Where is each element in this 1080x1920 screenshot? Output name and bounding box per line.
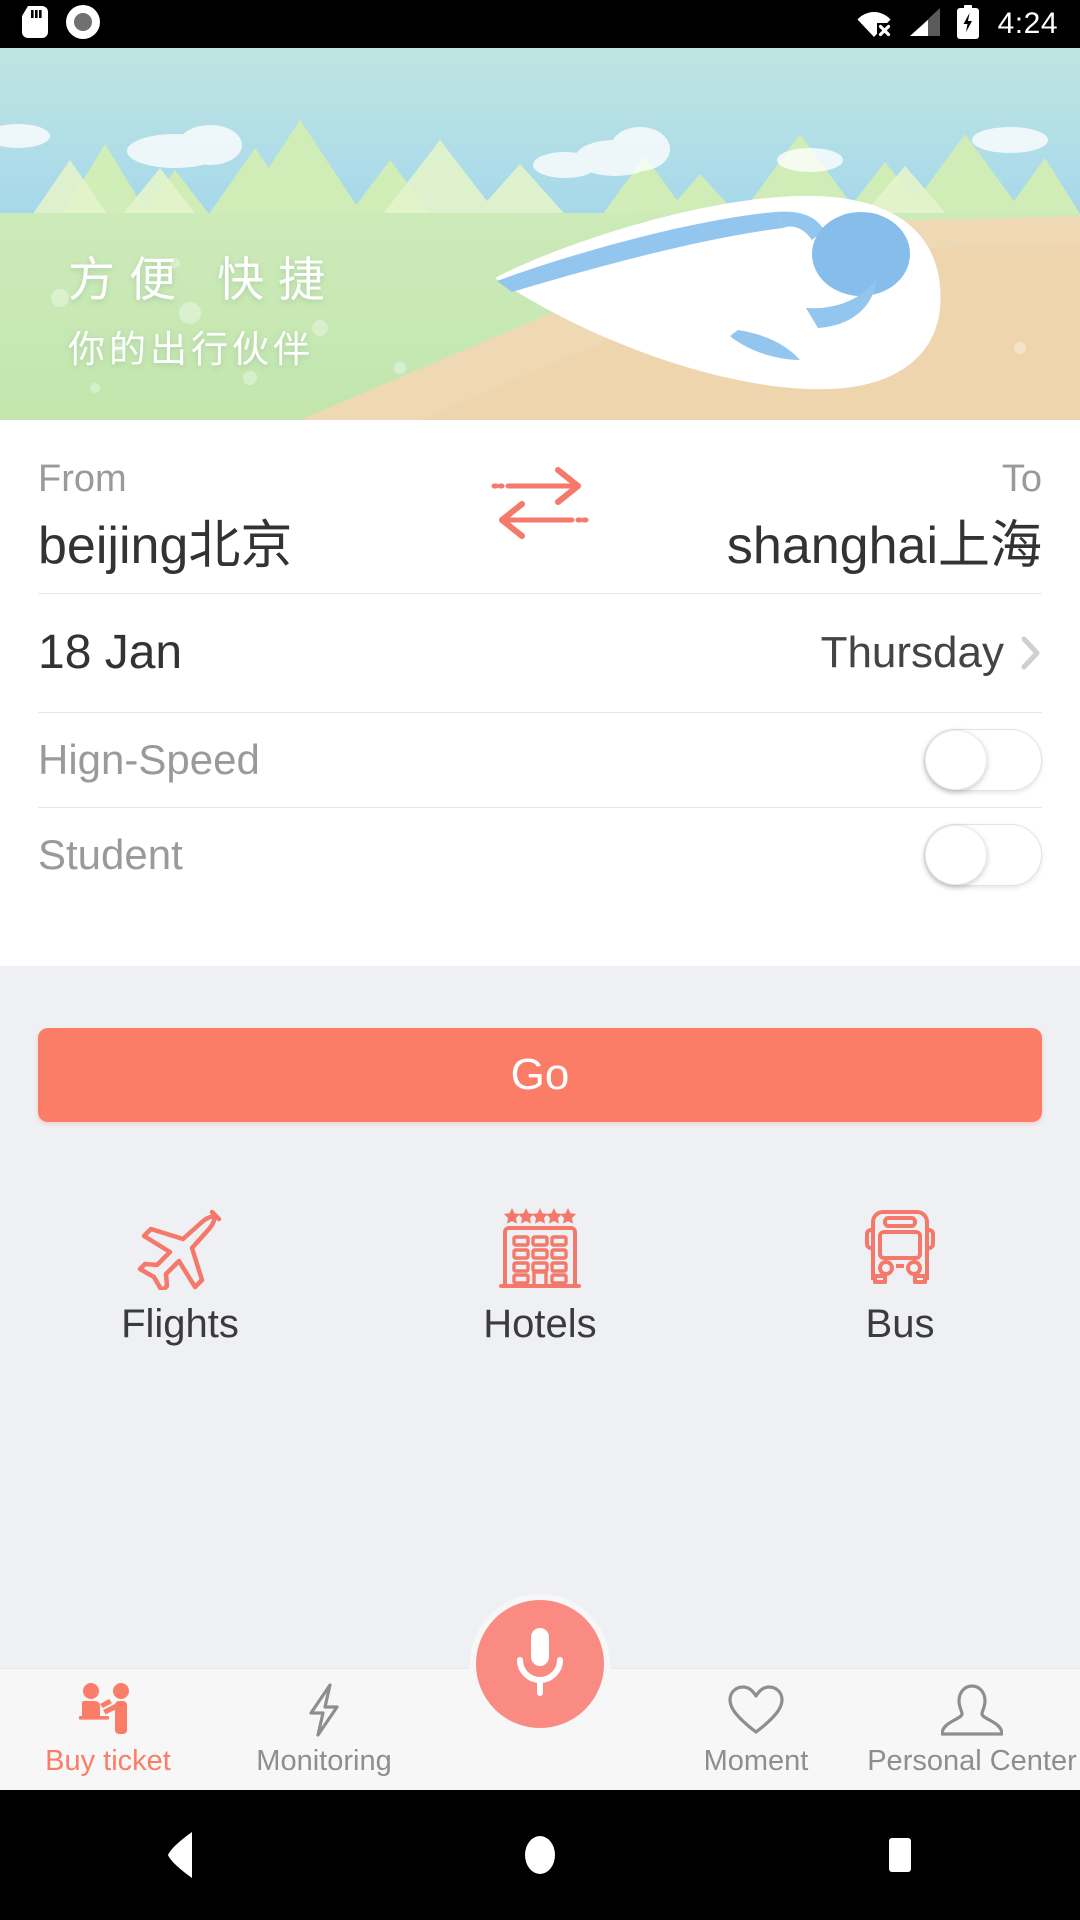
- student-row[interactable]: Student: [0, 808, 1080, 902]
- ticket-counter-icon: [75, 1681, 141, 1739]
- search-card: From beijing北京 To shanghai上海 18 Jan Thur…: [0, 420, 1080, 966]
- origin-destination-row: From beijing北京 To shanghai上海: [0, 420, 1080, 593]
- android-navigation-bar: [0, 1790, 1080, 1920]
- hotel-building-icon: [495, 1204, 585, 1290]
- sd-card-icon: [22, 5, 48, 43]
- status-bar: 4:24: [0, 0, 1080, 48]
- date-value: 18 Jan: [38, 626, 183, 679]
- nav-label: Moment: [703, 1745, 809, 1777]
- student-label: Student: [38, 831, 183, 878]
- student-toggle[interactable]: [924, 824, 1042, 886]
- hero-subtitle: 你的出行伙伴: [68, 329, 314, 371]
- high-speed-toggle[interactable]: [924, 729, 1042, 791]
- nav-label: Personal Center: [867, 1745, 1077, 1777]
- status-bar-right-icons: 4:24: [856, 4, 1080, 44]
- weekday-value: Thursday: [820, 628, 1004, 677]
- cellular-signal-icon: [906, 6, 942, 43]
- shortcut-label: Flights: [121, 1302, 239, 1346]
- from-city-value: beijing北京: [38, 517, 293, 575]
- date-row-right: Thursday: [821, 631, 1042, 675]
- from-field[interactable]: From beijing北京: [38, 420, 292, 572]
- swap-arrows-icon[interactable]: [486, 462, 594, 540]
- nav-item-moment[interactable]: Moment: [648, 1669, 864, 1776]
- status-bar-clock: 4:24: [997, 7, 1058, 40]
- toggle-knob: [925, 825, 987, 885]
- recents-square-icon[interactable]: [840, 1820, 960, 1890]
- nav-label: Buy ticket: [45, 1745, 171, 1777]
- chevron-right-icon: [1020, 635, 1042, 671]
- heart-icon: [725, 1681, 787, 1739]
- shortcut-bus[interactable]: Bus: [720, 1204, 1080, 1344]
- app-root: 4:24 方便 快捷 你的出行伙伴 From beijing北京 To shan…: [0, 0, 1080, 1920]
- to-city-value: shanghai上海: [726, 517, 1042, 575]
- camera-icon: [66, 4, 100, 44]
- high-speed-label: Hign-Speed: [38, 736, 260, 783]
- nav-item-monitoring[interactable]: Monitoring: [216, 1669, 432, 1776]
- nav-item-personal-center[interactable]: Personal Center: [864, 1669, 1080, 1776]
- airplane-icon: [130, 1204, 230, 1290]
- toggle-knob: [925, 730, 987, 790]
- go-button[interactable]: Go: [38, 1028, 1042, 1122]
- voice-search-fab[interactable]: [470, 1594, 610, 1734]
- shortcut-row: Flights Hotels Bus: [0, 1204, 1080, 1344]
- shortcut-flights[interactable]: Flights: [0, 1204, 360, 1344]
- high-speed-row[interactable]: Hign-Speed: [0, 713, 1080, 807]
- hero-title: 方便 快捷: [68, 253, 340, 306]
- content-area: Go Flights Hotels Bus: [0, 966, 1080, 1666]
- nav-item-buy-ticket[interactable]: Buy ticket: [0, 1669, 216, 1776]
- hero-banner[interactable]: 方便 快捷 你的出行伙伴: [0, 48, 1080, 420]
- hero-text-block: 方便 快捷 你的出行伙伴: [68, 253, 339, 373]
- from-label: From: [38, 458, 127, 500]
- to-field[interactable]: To shanghai上海: [727, 420, 1042, 572]
- bus-icon: [855, 1204, 945, 1290]
- status-bar-left-icons: [0, 4, 100, 44]
- battery-charging-icon: [956, 4, 980, 44]
- to-label: To: [1001, 458, 1042, 500]
- home-circle-icon[interactable]: [480, 1820, 600, 1890]
- lightning-bolt-icon: [302, 1681, 346, 1739]
- shortcut-label: Bus: [865, 1302, 935, 1346]
- microphone-icon: [509, 1622, 571, 1707]
- nav-label: Monitoring: [256, 1745, 392, 1777]
- date-row[interactable]: 18 Jan Thursday: [0, 594, 1080, 712]
- person-icon: [941, 1681, 1003, 1739]
- shortcut-label: Hotels: [483, 1302, 597, 1346]
- shortcut-hotels[interactable]: Hotels: [360, 1204, 720, 1344]
- wifi-off-icon: [856, 6, 892, 43]
- back-triangle-icon[interactable]: [120, 1820, 240, 1890]
